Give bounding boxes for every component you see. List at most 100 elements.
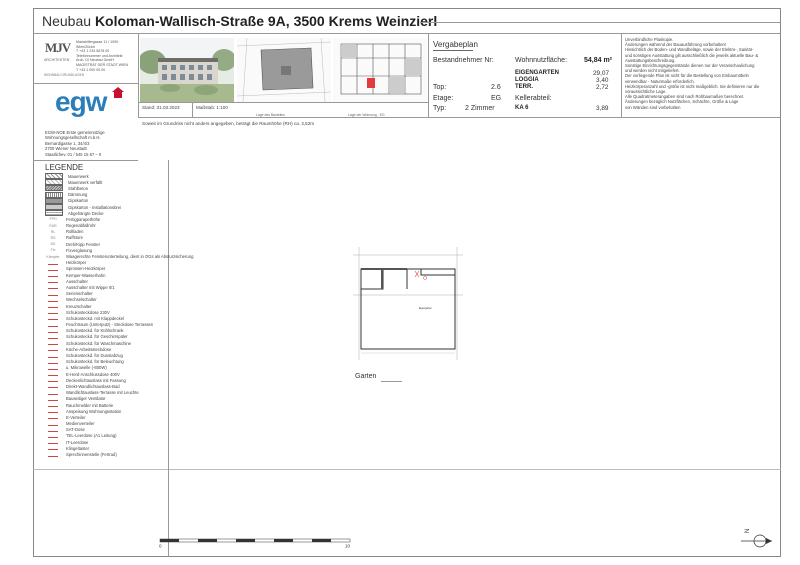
legend-item-label: Kreuzschalter — [66, 303, 92, 309]
date-stand: Stand: 31.03.2023 — [142, 105, 180, 110]
legend-symbol-icon — [48, 323, 58, 327]
legend-item-label: Fixverglasung — [66, 247, 93, 253]
left-column-divider — [138, 33, 139, 117]
terr-label: TERR. — [515, 84, 533, 90]
legend-item-label: Schukosteckd. für Waschmaschine — [66, 340, 132, 346]
legend-item-label: Stahlbeton — [68, 185, 89, 191]
site-plan-caption: Lage des Bauteiles — [256, 113, 285, 117]
legend-symbol-icon — [48, 360, 58, 364]
legend-symbol-icon — [48, 409, 58, 414]
scale-label: Maßstab: 1:100 — [196, 105, 228, 110]
legend-item-label: E-Verteiler — [66, 414, 86, 420]
legend-symbol-icon — [48, 422, 58, 426]
legend-symbol-icon — [48, 446, 58, 451]
north-label: N — [745, 529, 751, 533]
legend-item-label: Mauerwerk verfällt — [68, 179, 103, 185]
legend-item-label: Abgehängte Decke — [68, 210, 104, 216]
legend-item-label: Kemper-Wasserhahn — [66, 272, 106, 278]
header-divider — [33, 33, 781, 34]
legend-symbol-icon — [48, 453, 58, 457]
ka-value: 3,89 — [596, 105, 609, 112]
client-info-line: Staatlichev. 01 / 545 15 67 – 0 — [45, 151, 102, 157]
loggia-label: LOGGIA — [515, 77, 539, 83]
legend-symbol-icon — [48, 279, 58, 284]
room-height-note: Soweit im Grundriss nicht anders angegeb… — [142, 121, 315, 126]
room-label-eigengarten: Eigengarten — [419, 307, 433, 310]
legend-list: Mauerwerk Mauerwerk verfällt Stahlbeton Däm… — [45, 173, 193, 458]
legend-symbol-icon — [48, 415, 58, 420]
notes-divider — [621, 33, 622, 117]
legend-symbol-icon — [48, 341, 58, 346]
legend-symbol-icon — [48, 347, 58, 352]
legend-symbol-icon — [48, 329, 58, 333]
legend-symbol-icon — [48, 384, 58, 389]
legend-item-label: Rollladen — [66, 229, 84, 235]
images-divider — [428, 33, 429, 117]
legend-symbol-icon — [45, 197, 63, 204]
etage-label: Etage: — [433, 95, 454, 102]
legend-symbol-icon — [48, 354, 58, 358]
legend-item-label: Gipskarton - Installationsbrei — [68, 204, 122, 210]
unit-location-plan-image — [333, 38, 427, 102]
terr-value: 2,72 — [596, 84, 609, 91]
legend-symbol-icon: Fix — [50, 248, 56, 253]
legend-item-label: Deckenlichtauslass mit Fassung — [66, 377, 126, 383]
client-info: EGW-NOE Erste gemeinnützige Wohnungsgese… — [45, 130, 140, 157]
legend-symbol-icon — [45, 185, 63, 192]
legend-symbol-icon: RL — [50, 229, 56, 234]
legend-item-label: Anspeisung Wohnungsstation — [66, 408, 122, 414]
garten-label: Garten — [355, 373, 377, 380]
title-address: Koloman-Wallisch-Straße 9A, 3500 Krems W… — [94, 13, 438, 29]
legend-item-label: Schukosteckd. mit Klappdeckel — [66, 315, 124, 321]
ka-label: KA 6 — [515, 105, 529, 111]
site-plan-image — [237, 38, 331, 102]
typ-label: Typ: — [433, 105, 447, 112]
unit-plan-caption: Lage der Wohnung - EG — [348, 113, 385, 117]
eigengarten-value: 29,07 — [593, 70, 609, 77]
footer-divider — [33, 469, 781, 470]
architect-logo-subtitle: ARCHITEKTEN — [44, 58, 70, 62]
legend-symbol-icon — [48, 440, 58, 445]
legend-symbol-icon — [48, 397, 58, 401]
legend-symbol-icon: FPH — [49, 217, 57, 222]
vergabeplan-title-underline — [433, 50, 473, 51]
legend-right-divider — [168, 160, 169, 557]
legend-item-label: IT-Leerdose — [66, 439, 89, 445]
info-bottom-divider — [138, 117, 781, 118]
legend-item-label: Küche-Arbeitssteckdose — [66, 346, 112, 352]
meta-top-divider — [138, 102, 428, 103]
legend-symbol-icon — [48, 372, 58, 377]
legend-symbol-icon — [48, 403, 58, 408]
legend-item-label: TEL-Leerdose (A1 Leitung) — [66, 433, 117, 439]
legend-symbol-icon — [48, 298, 58, 302]
note-line: von Wänden sind vorbehalten — [625, 104, 681, 110]
legend-item-label: Sprechinnenstelle (Fertrad) — [66, 452, 117, 458]
architect-info: Mariahilfergasse 11 / 1090 · Wien/Zürich… — [76, 40, 136, 72]
legend-symbol-icon — [48, 261, 58, 265]
eigengarten-label: EIGENGARTEN — [515, 70, 560, 76]
legend-item-label: Regenabfallrohr — [66, 223, 96, 229]
legend-symbol-icon: RS — [50, 235, 56, 240]
legend-item-label: Waagerechte Fensterunterteilung, dient i… — [66, 254, 194, 260]
architect-info-line: Mariahilfergasse 11 / 1090 · Wien/Zürich — [76, 40, 121, 49]
architect-info-line: T +43 1 000 00 00 — [76, 67, 106, 72]
etage-value: EG — [491, 95, 502, 102]
legend-symbol-icon — [48, 292, 58, 296]
legend-symbol-icon — [45, 191, 63, 198]
legend-divider — [33, 160, 138, 161]
legend-symbol-icon — [45, 173, 63, 180]
floor-plan-drawing: Eigengarten — [353, 247, 463, 360]
title-prefix: Neubau — [42, 13, 92, 29]
meta-divider — [192, 102, 193, 117]
legend-item-label: Schukosteckd. für Beleuchtung — [66, 359, 124, 365]
legend-item-label: Heizkörper — [66, 260, 87, 266]
legend-item-label: SAT-Dose — [66, 427, 85, 433]
north-arrow-icon: N — [741, 529, 772, 548]
scale-bar: 0 10 — [159, 538, 351, 548]
architect-info-line: MAGISTRAT DER STADT WIEN — [76, 62, 129, 67]
header-rule — [420, 22, 781, 23]
legend-item-label: Ausschalter mit Wippe 0/1 — [66, 284, 115, 290]
loggia-value: 3,40 — [596, 77, 609, 84]
typ-value: 2 Zimmer — [465, 105, 495, 112]
garten-underline — [381, 381, 402, 382]
